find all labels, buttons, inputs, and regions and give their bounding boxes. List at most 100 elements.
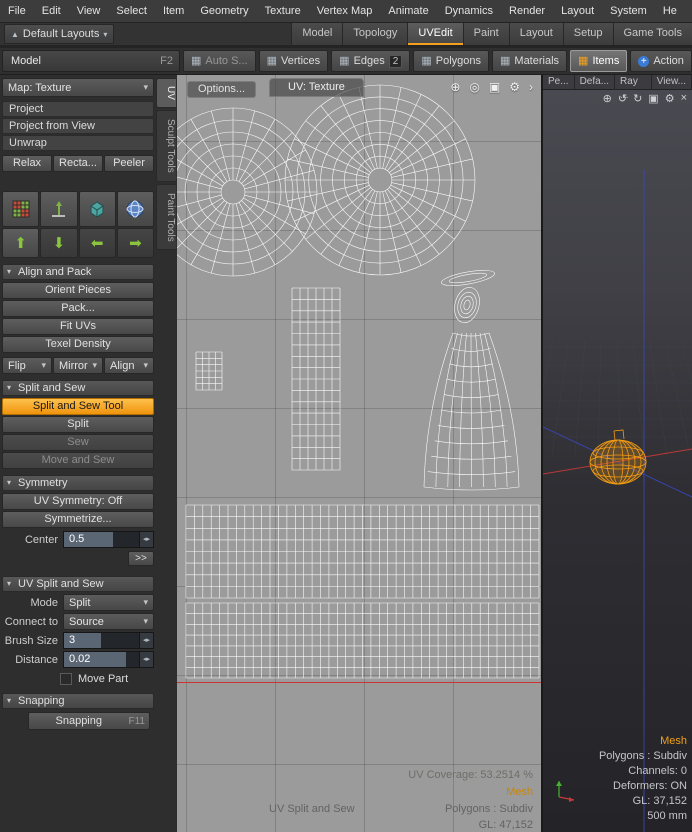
materials-mode-button[interactable]: ▦ Materials <box>492 50 567 72</box>
sew-button[interactable]: Sew <box>2 434 154 451</box>
tab-paint[interactable]: Paint <box>463 23 509 45</box>
flip-dropdown[interactable]: Flip ▾ <box>2 357 52 374</box>
auto-select-button[interactable]: ▦ Auto S... <box>183 50 256 72</box>
brush-size-input[interactable]: 3 ◂▸ <box>63 632 154 649</box>
layout-selector[interactable]: ▲ Default Layouts ▾ <box>4 24 114 44</box>
frame-icon[interactable]: ▣ <box>648 92 658 105</box>
menu-select[interactable]: Select <box>108 5 155 17</box>
mode-dropdown[interactable]: Split ▾ <box>63 594 154 611</box>
edges-mode-button[interactable]: ▦ Edges 2 <box>331 50 410 72</box>
unwrap-button[interactable]: Unwrap <box>2 135 154 151</box>
move-part-label: Move Part <box>78 673 128 685</box>
menu-help[interactable]: He <box>655 5 685 17</box>
distance-input[interactable]: 0.02 ◂▸ <box>63 651 154 668</box>
split-button[interactable]: Split <box>2 416 154 433</box>
polygons-mode-button[interactable]: ▦ Polygons <box>413 50 489 72</box>
connect-to-dropdown[interactable]: Source ▾ <box>63 613 154 630</box>
relax-button[interactable]: Relax <box>2 155 52 172</box>
chevron-right-icon[interactable]: › <box>529 80 533 94</box>
sphere-tool-button[interactable] <box>117 191 154 227</box>
mirror-dropdown[interactable]: Mirror ▾ <box>53 357 103 374</box>
pan-icon[interactable]: ⊕ <box>603 92 612 105</box>
tab-game-tools[interactable]: Game Tools <box>613 23 692 45</box>
brush-size-spinner[interactable]: ◂▸ <box>139 633 153 648</box>
move-left-button[interactable]: ⬅ <box>79 228 116 258</box>
tab-default[interactable]: Defa... <box>575 75 615 89</box>
close-icon[interactable]: × <box>681 92 687 105</box>
tab-sculpt-tools[interactable]: Sculpt Tools <box>156 110 176 182</box>
menu-render[interactable]: Render <box>501 5 553 17</box>
gear-icon[interactable]: ⚙ <box>509 80 520 94</box>
move-right-button[interactable]: ➡ <box>117 228 154 258</box>
menu-layout[interactable]: Layout <box>553 5 602 17</box>
section-uv-split-and-sew[interactable]: UV Split and Sew <box>2 576 154 592</box>
center-spinner[interactable]: ◂▸ <box>139 532 153 547</box>
menu-geometry[interactable]: Geometry <box>192 5 256 17</box>
snapping-button[interactable]: Snapping F11 <box>28 712 150 730</box>
distance-spinner[interactable]: ◂▸ <box>139 652 153 667</box>
vertices-mode-button[interactable]: ▦ Vertices <box>259 50 329 72</box>
menu-file[interactable]: File <box>0 5 34 17</box>
move-and-sew-button[interactable]: Move and Sew <box>2 452 154 469</box>
project-from-view-button[interactable]: Project from View <box>2 118 154 134</box>
rotate-right-icon[interactable]: ↻ <box>633 92 642 105</box>
pan-icon[interactable]: ⊕ <box>450 80 460 94</box>
layout-selector-label: Default Layouts <box>23 28 99 40</box>
move-part-checkbox[interactable] <box>60 673 72 685</box>
uv-grid-tool-button[interactable] <box>2 191 39 227</box>
map-selector-dropdown[interactable]: Map: Texture ▾ <box>2 78 154 97</box>
move-up-button[interactable]: ⬆ <box>2 228 39 258</box>
chevron-down-icon: ▾ <box>143 616 148 627</box>
3d-viewport[interactable]: Pe... Defa... Ray ... View... ⊕ ↺ ↻ ▣ ⚙ … <box>541 75 692 832</box>
menu-edit[interactable]: Edit <box>34 5 69 17</box>
zoom-icon[interactable]: ◎ <box>469 80 479 94</box>
section-snapping[interactable]: Snapping <box>2 693 154 709</box>
symmetrize-button[interactable]: Symmetrize... <box>2 511 154 528</box>
orient-pieces-button[interactable]: Orient Pieces <box>2 282 154 299</box>
expand-button[interactable]: >> <box>128 551 154 566</box>
tab-setup[interactable]: Setup <box>563 23 613 45</box>
tab-ray[interactable]: Ray ... <box>615 75 652 89</box>
align-dropdown[interactable]: Align ▾ <box>104 357 154 374</box>
pack-button[interactable]: Pack... <box>2 300 154 317</box>
rectangle-button[interactable]: Recta... <box>53 155 103 172</box>
tab-layout[interactable]: Layout <box>509 23 563 45</box>
fit-uvs-button[interactable]: Fit UVs <box>2 318 154 335</box>
preset-model-button[interactable]: Model F2 <box>2 50 180 72</box>
uv-symmetry-button[interactable]: UV Symmetry: Off <box>2 493 154 510</box>
tab-model[interactable]: Model <box>291 23 342 45</box>
items-mode-button[interactable]: ▦ Items <box>570 50 627 72</box>
gear-icon[interactable]: ⚙ <box>665 92 675 105</box>
menu-view[interactable]: View <box>69 5 109 17</box>
center-input[interactable]: 0.5 ◂▸ <box>63 531 154 548</box>
cube-tool-button[interactable] <box>79 191 116 227</box>
tab-perspective[interactable]: Pe... <box>543 75 575 89</box>
menu-dynamics[interactable]: Dynamics <box>437 5 501 17</box>
options-button[interactable]: Options... <box>187 81 256 98</box>
axis-tool-button[interactable] <box>40 191 77 227</box>
move-down-button[interactable]: ⬇ <box>40 228 77 258</box>
tab-view[interactable]: View... <box>652 75 692 89</box>
tab-paint-tools[interactable]: Paint Tools <box>156 184 176 250</box>
frame-icon[interactable]: ▣ <box>489 80 500 94</box>
hud-grid-size: 500 mm <box>599 809 687 824</box>
menu-texture[interactable]: Texture <box>257 5 309 17</box>
section-split-and-sew[interactable]: Split and Sew <box>2 380 154 396</box>
project-button[interactable]: Project <box>2 101 154 117</box>
menu-animate[interactable]: Animate <box>380 5 436 17</box>
rotate-left-icon[interactable]: ↺ <box>618 92 627 105</box>
split-and-sew-tool-button[interactable]: Split and Sew Tool <box>2 398 154 415</box>
uv-canvas[interactable]: Options... UV: Texture ⊕ ◎ ▣ ⚙ › UV Cove… <box>177 75 541 832</box>
tab-uvedit[interactable]: UVEdit <box>407 23 462 45</box>
menu-vertex-map[interactable]: Vertex Map <box>309 5 381 17</box>
tab-topology[interactable]: Topology <box>342 23 407 45</box>
section-symmetry[interactable]: Symmetry <box>2 475 154 491</box>
menu-system[interactable]: System <box>602 5 655 17</box>
action-button[interactable]: + Action <box>630 50 692 72</box>
texel-density-button[interactable]: Texel Density <box>2 336 154 353</box>
uv-texture-header[interactable]: UV: Texture <box>269 78 364 97</box>
peeler-button[interactable]: Peeler <box>104 155 154 172</box>
section-align-and-pack[interactable]: Align and Pack <box>2 264 154 280</box>
menu-item[interactable]: Item <box>155 5 192 17</box>
tab-uv[interactable]: UV <box>156 78 176 108</box>
